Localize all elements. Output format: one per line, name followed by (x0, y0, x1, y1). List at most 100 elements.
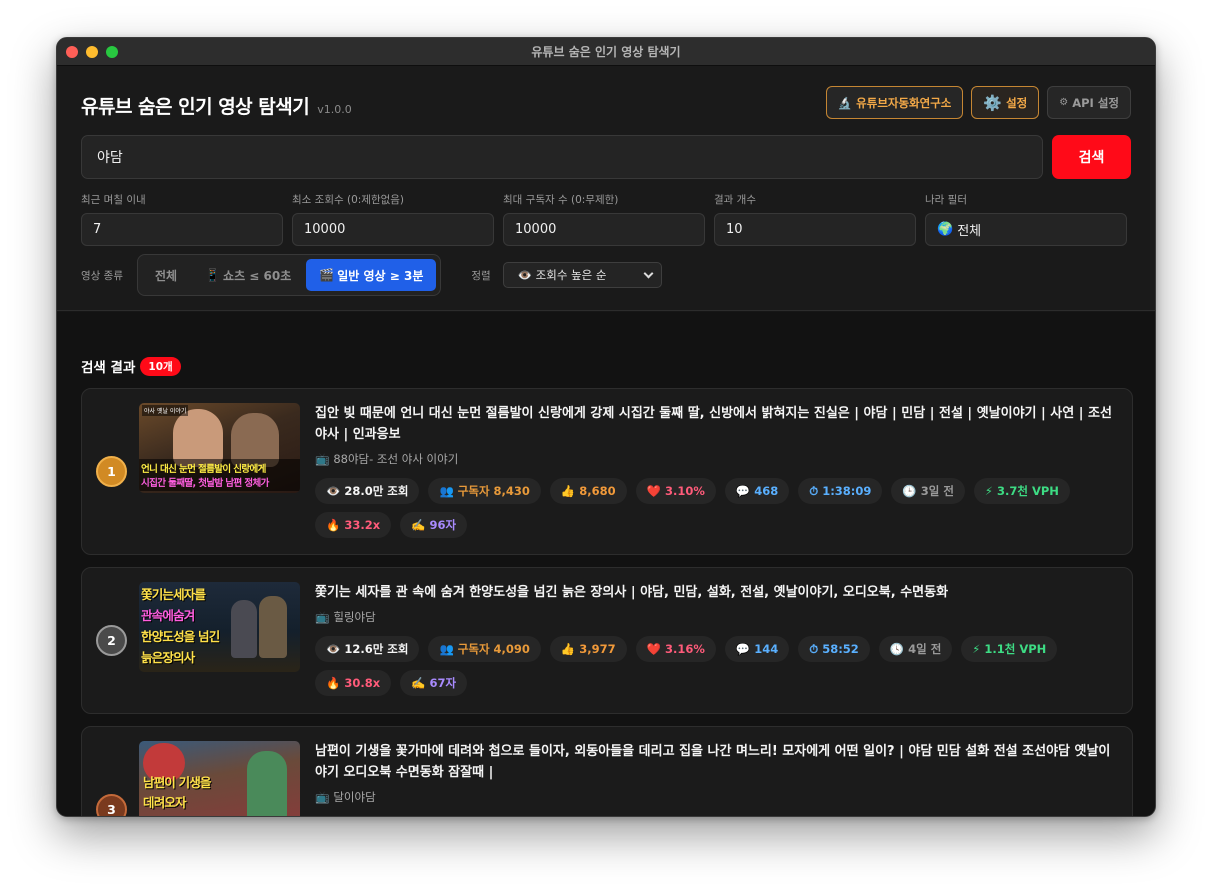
gear-icon: ⚙️ (983, 93, 1003, 112)
video-info: 남편이 기생을 꽃가마에 데려와 첩으로 들이자, 외동아들을 데리고 집을 나… (315, 741, 1118, 805)
video-type-all-label: 전체 (154, 268, 178, 283)
video-stats: 👁️ 28.0만 조회 👥 구독자 8,430 👍 8,680 ❤️ 3.10% 💬 46… (315, 478, 1118, 538)
filter-max-subscribers: 최대 구독자 수 (0:무제한) 10000 (503, 192, 705, 246)
channel-name[interactable]: 📺 달이야담 (315, 789, 1118, 805)
views-value: 28.0만 조회 (344, 484, 409, 498)
channel-name[interactable]: 📺 88야담- 조선 야사 이야기 (315, 451, 1118, 467)
video-type-long[interactable]: 🎬 일반 영상 ≥ 3분 (306, 259, 437, 291)
thumbnail-caption-line: 한양도성을 넘긴 (141, 629, 220, 644)
subscribers-stat: 👥 구독자 4,090 (428, 636, 541, 662)
vph-stat: ⚡ 3.7천 VPH (973, 478, 1070, 504)
automation-lab-button[interactable]: 🔬 유튜브자동화연구소 (825, 86, 964, 119)
automation-lab-label: 유튜브자동화연구소 (856, 95, 952, 110)
writing-hand-icon: ✍️ (411, 518, 426, 532)
filter-label: 최근 며칠 이내 (81, 194, 146, 206)
result-card[interactable]: 2 쫓기는세자를 관속에숨겨 한양도성을 넘긴 늙은장의사 쫓기는 세자를 관 … (81, 567, 1133, 714)
search-button[interactable]: 검색 (1052, 135, 1131, 179)
country-select[interactable]: 🌍 전체 (925, 213, 1127, 246)
channel-label: 달이야담 (333, 790, 376, 804)
video-title[interactable]: 쫓기는 세자를 관 속에 숨겨 한양도성을 넘긴 늙은 장의사 | 야담, 민담… (315, 582, 1118, 603)
duration-stat: ⏱ 58:52 (798, 636, 870, 662)
result-card[interactable]: 1 야사 옛날 이야기 언니 대신 눈먼 절름발이 신랑에게 시집간 둘째딸, … (81, 388, 1133, 555)
video-info: 집안 빚 때문에 언니 대신 눈먼 절름발이 신랑에게 강제 시집간 둘째 딸,… (315, 403, 1118, 538)
close-window-button[interactable] (66, 46, 78, 58)
vph-value: 3.7천 VPH (996, 484, 1059, 498)
recent-days-input[interactable]: 7 (81, 213, 283, 246)
title-length-value: 67자 (429, 676, 457, 690)
clock-icon: 🕒 (902, 484, 917, 498)
speech-bubble-icon: 💬 (735, 484, 751, 498)
subscribers-value: 구독자 4,090 (457, 642, 530, 656)
search-input[interactable] (81, 135, 1043, 179)
comments-stat: 💬 468 (724, 478, 790, 504)
duration-stat: ⏱ 1:38:09 (798, 478, 883, 504)
sort-value-group: 👁️ 조회수 높은 순 (518, 267, 607, 283)
filter-label: 최대 구독자 수 (0:무제한) (503, 194, 619, 206)
search-row: 검색 (81, 135, 1131, 179)
vph-value: 1.1천 VPH (984, 642, 1047, 656)
views-value: 12.6만 조회 (344, 642, 409, 656)
app-version: v1.0.0 (317, 103, 352, 116)
video-type-all[interactable]: 전체 (142, 259, 190, 291)
max-subscribers-input[interactable]: 10000 (503, 213, 705, 246)
eye-icon: 👁️ (517, 268, 533, 282)
settings-button[interactable]: ⚙️ 설정 (971, 86, 1040, 119)
thumbnail-caption-line: 관속에숨겨 (141, 608, 195, 623)
video-title[interactable]: 남편이 기생을 꽃가마에 데려와 첩으로 들이자, 외동아들을 데리고 집을 나… (315, 741, 1118, 783)
heart-icon: ❤️ (646, 484, 661, 498)
rank-badge: 1 (96, 456, 127, 487)
thumbnail-caption-line: 늙은장의사 (141, 650, 195, 665)
thumbnail-caption-line: 데려오자 (143, 795, 187, 810)
video-thumbnail[interactable]: 쫓기는세자를 관속에숨겨 한양도성을 넘긴 늙은장의사 (139, 582, 300, 672)
filter-country: 나라 필터 🌍 전체 (925, 192, 1127, 246)
title-bar: 유튜브 숨은 인기 영상 탐색기 (57, 38, 1155, 66)
age-value: 3일 전 (920, 484, 954, 498)
views-stat: 👁️ 12.6만 조회 (315, 636, 420, 662)
thumbnail-caption-line: 남편이 기생을 (143, 775, 212, 790)
channel-label: 힐링야담 (333, 610, 376, 624)
title-length-value: 96자 (429, 518, 457, 532)
minimize-window-button[interactable] (86, 46, 98, 58)
filter-row: 최근 며칠 이내 7 최소 조회수 (0:제한없음) 10000 최대 구독자 … (81, 192, 1131, 246)
app-title: 유튜브 숨은 인기 영상 탐색기 (81, 96, 310, 118)
comments-stat: 💬 144 (724, 636, 790, 662)
video-title[interactable]: 집안 빚 때문에 언니 대신 눈먼 절름발이 신랑에게 강제 시집간 둘째 딸,… (315, 403, 1118, 445)
chevron-down-icon (643, 268, 654, 278)
result-count-input[interactable]: 10 (714, 213, 916, 246)
duration-value: 1:38:09 (822, 484, 872, 498)
channel-name[interactable]: 📺 힐링야담 (315, 609, 1118, 625)
results-heading: 검색 결과 10개 (81, 356, 181, 376)
sort-select[interactable]: 👁️ 조회수 높은 순 (502, 262, 662, 288)
api-settings-button[interactable]: ⚙ API 설정 (1047, 86, 1131, 119)
eye-icon: 👁️ (326, 642, 341, 656)
like-ratio-value: 3.16% (664, 642, 705, 656)
video-type-label: 영상 종류 (81, 269, 123, 282)
filter-label: 최소 조회수 (0:제한없음) (292, 194, 405, 206)
app-window: 유튜브 숨은 인기 영상 탐색기 유튜브 숨은 인기 영상 탐색기 v1.0.0… (56, 37, 1156, 817)
thumbnail-figure-right (247, 751, 287, 816)
stopwatch-icon: ⏱ (809, 641, 819, 656)
video-thumbnail[interactable]: 야사 옛날 이야기 언니 대신 눈먼 절름발이 신랑에게 시집간 둘째딸, 첫날… (139, 403, 300, 493)
filter-label: 나라 필터 (925, 194, 967, 206)
country-value: 전체 (957, 224, 982, 239)
result-card[interactable]: 3 남편이 기생을 데려오자 남편이 기생을 꽃가마에 데려와 첩으로 들이자,… (81, 726, 1133, 816)
thumbnail-tag: 야사 옛날 이야기 (142, 405, 189, 416)
sort-value: 조회수 높은 순 (535, 268, 607, 282)
gear-icon: ⚙ (1059, 97, 1069, 108)
like-ratio-stat: ❤️ 3.16% (635, 636, 716, 662)
heart-icon: ❤️ (646, 642, 661, 656)
age-stat: 🕒 3일 전 (891, 478, 965, 504)
video-thumbnail[interactable]: 남편이 기생을 데려오자 (139, 741, 300, 816)
maximize-window-button[interactable] (106, 46, 118, 58)
app-title-group: 유튜브 숨은 인기 영상 탐색기 v1.0.0 (81, 92, 352, 119)
video-type-shorts[interactable]: 📱 쇼츠 ≤ 60초 (192, 259, 304, 291)
subscribers-value: 구독자 8,430 (457, 484, 530, 498)
stopwatch-icon: ⏱ (809, 483, 819, 498)
fire-icon: 🔥 (326, 518, 341, 532)
tv-icon: 📺 (315, 610, 330, 624)
rank-badge: 3 (96, 794, 127, 816)
title-length-stat: ✍️ 96자 (400, 512, 468, 538)
min-views-input[interactable]: 10000 (292, 213, 494, 246)
thumbnail-caption-line: 시집간 둘째딸, 첫날밤 남편 정체가 (141, 478, 269, 489)
video-type-toggle: 전체 📱 쇼츠 ≤ 60초 🎬 일반 영상 ≥ 3분 (136, 254, 442, 296)
